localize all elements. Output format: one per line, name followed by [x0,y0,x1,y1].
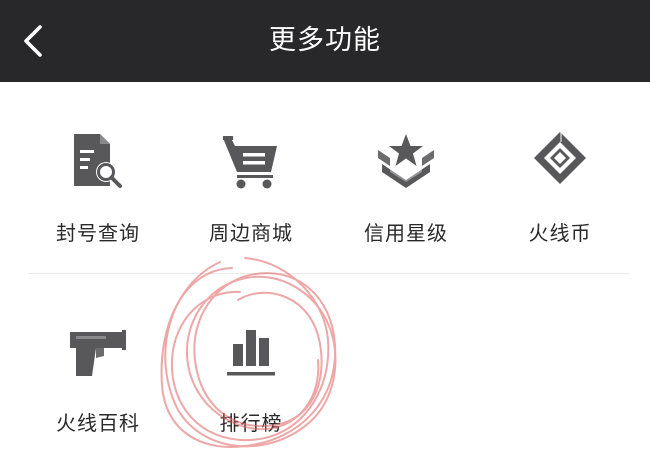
document-search-icon [66,128,130,192]
back-button[interactable] [10,16,56,66]
feature-label: 火线百科 [56,411,140,435]
feature-label: 火线币 [528,221,592,245]
chevron-left-icon [24,25,42,57]
feature-credit-rating[interactable]: 信用星级 [326,120,486,250]
shopping-cart-icon [219,128,283,192]
bar-chart-icon [219,318,283,382]
feature-label: 周边商城 [209,221,293,245]
feature-merch-store[interactable]: 周边商城 [171,120,331,250]
feature-label: 信用星级 [364,221,448,245]
feature-label: 排行榜 [219,411,283,435]
row-divider [28,273,630,274]
diamond-coin-icon [528,128,592,192]
feature-row-1: 封号查询 周边商城 信用星级 火线币 [0,120,650,245]
page-title: 更多功能 [269,25,381,56]
feature-fire-coin[interactable]: 火线币 [480,120,640,250]
feature-row-2: 火线百科 排行榜 [0,310,650,435]
feature-ban-query[interactable]: 封号查询 [18,120,178,250]
pistol-icon [66,318,130,382]
feature-leaderboard[interactable]: 排行榜 [171,310,331,440]
feature-wiki[interactable]: 火线百科 [18,310,178,440]
feature-label: 封号查询 [56,221,140,245]
star-rank-badge-icon [374,128,438,192]
header-bar: 更多功能 [0,0,650,82]
